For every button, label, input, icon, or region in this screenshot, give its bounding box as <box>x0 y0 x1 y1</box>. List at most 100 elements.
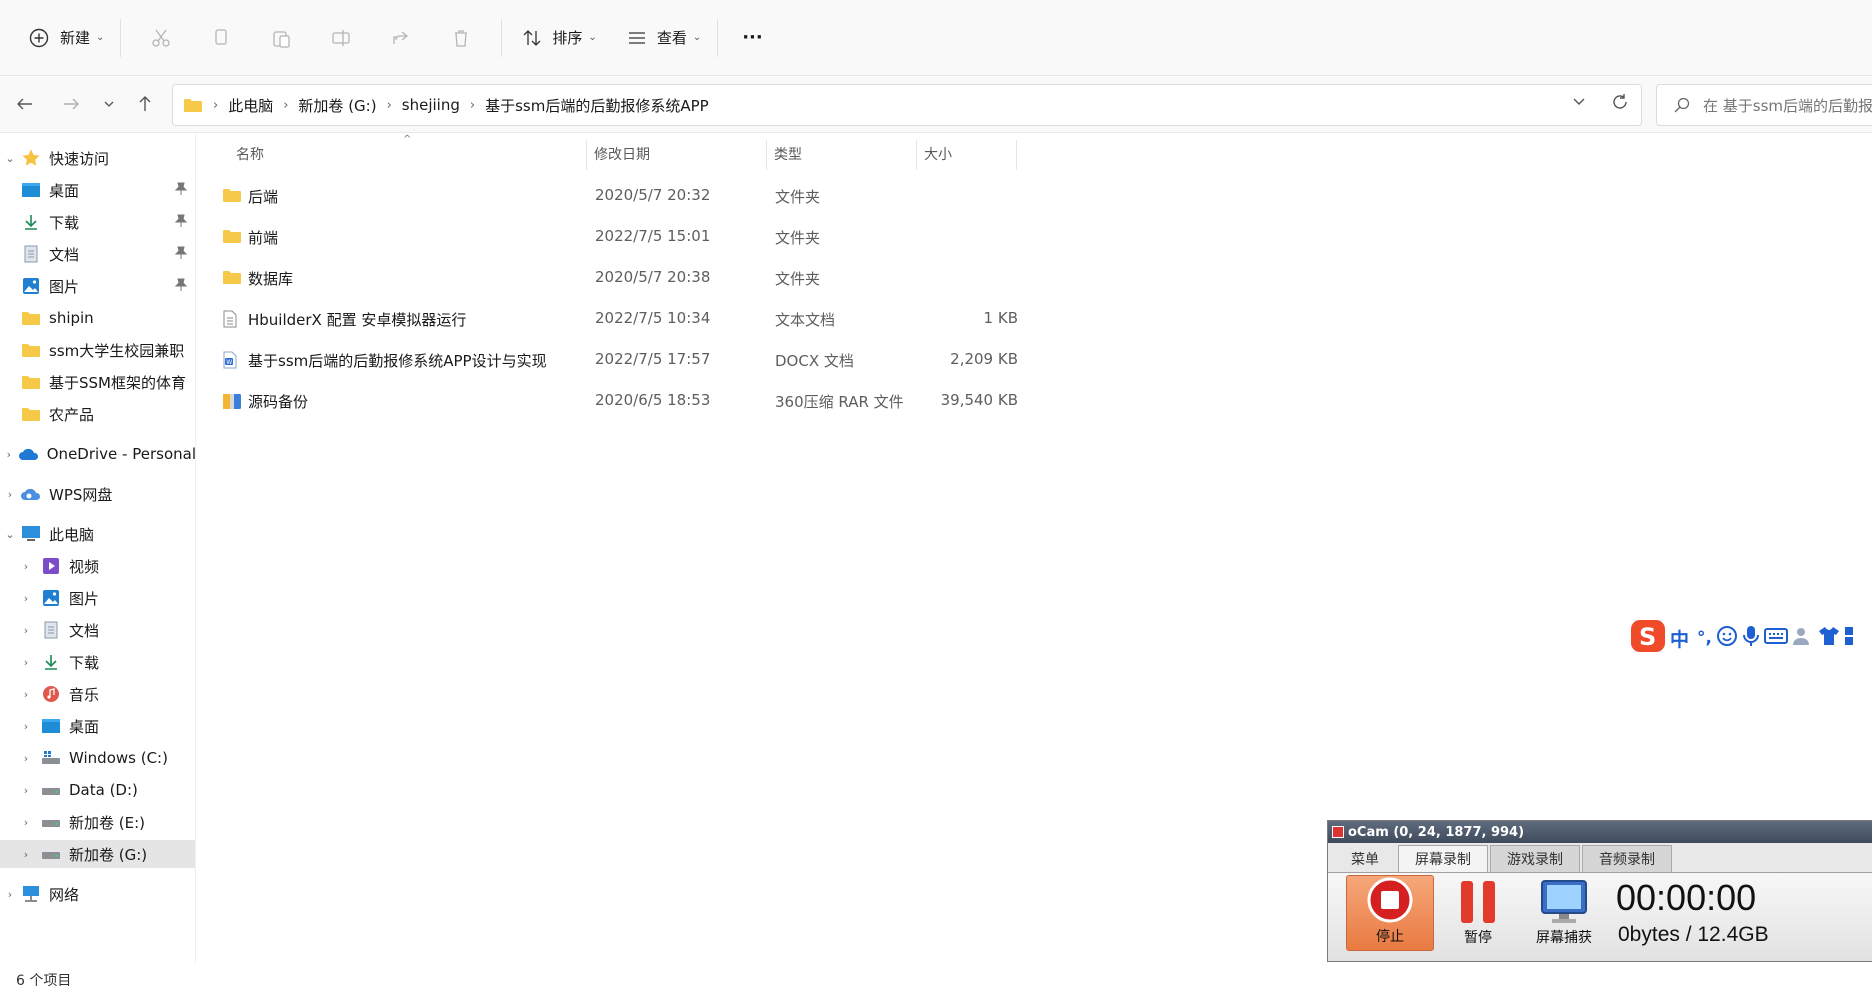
file-row[interactable]: 后端 2020/5/7 20:32 文件夹 <box>212 176 1022 216</box>
column-header-date[interactable]: 修改日期 <box>594 136 650 172</box>
address-bar[interactable]: › 此电脑 › 新加卷 (G:) › shejiing › 基于ssm后端的后勤… <box>172 84 1642 126</box>
command-bar: 新建 ⌄ 排序 ⌄ 查看 ⌄ ··· <box>0 0 1872 76</box>
sidebar-label: 下载 <box>69 653 100 672</box>
ocam-pause-label: 暂停 <box>1464 930 1492 946</box>
share-button[interactable] <box>371 18 431 58</box>
sidebar-item-drive-c[interactable]: › Windows (C:) <box>0 744 195 772</box>
ocam-tab-game-record[interactable]: 游戏录制 <box>1490 845 1580 872</box>
cloud-icon <box>18 445 40 463</box>
sidebar-item-pc-pictures[interactable]: › 图片 <box>0 584 195 612</box>
pin-icon[interactable] <box>174 246 188 264</box>
sidebar-item-documents[interactable]: 文档 <box>0 240 195 268</box>
sidebar-item-pictures[interactable]: 图片 <box>0 272 195 300</box>
sidebar-item-videos[interactable]: › 视频 <box>0 552 195 580</box>
copy-button[interactable] <box>191 18 251 58</box>
sidebar-item-pc-downloads[interactable]: › 下载 <box>0 648 195 676</box>
ocam-tab-menu[interactable]: 菜单 <box>1334 845 1396 872</box>
sidebar-item-drive-g[interactable]: › 新加卷 (G:) <box>0 840 195 868</box>
file-row[interactable]: 前端 2022/7/5 15:01 文件夹 <box>212 217 1022 257</box>
folder-icon <box>184 99 202 112</box>
breadcrumb-drive-g[interactable]: 新加卷 (G:) <box>298 95 376 116</box>
sidebar-onedrive[interactable]: › OneDrive - Personal <box>0 440 195 468</box>
chevron-right-icon: › <box>23 591 29 605</box>
sidebar-item-drive-e[interactable]: › 新加卷 (E:) <box>0 808 195 836</box>
breadcrumb-shejiing[interactable]: shejiing <box>402 96 460 114</box>
sidebar-label: 新加卷 (E:) <box>69 813 146 832</box>
file-name: 前端 <box>248 229 279 247</box>
sogou-logo-icon[interactable]: S <box>1630 619 1666 657</box>
back-button[interactable] <box>8 87 42 121</box>
delete-button[interactable] <box>431 18 491 58</box>
sidebar-item-pc-documents[interactable]: › 文档 <box>0 616 195 644</box>
sidebar-wps[interactable]: › WPS网盘 <box>0 480 195 508</box>
column-header-name[interactable]: 名称 <box>236 136 264 172</box>
up-button[interactable] <box>128 87 162 121</box>
pin-icon[interactable] <box>174 278 188 296</box>
sidebar-item-downloads[interactable]: 下载 <box>0 208 195 236</box>
chevron-down-icon: ⌄ <box>5 151 15 165</box>
ime-punctuation-toggle[interactable]: °, <box>1697 628 1712 648</box>
sidebar-item-music[interactable]: › 音乐 <box>0 680 195 708</box>
file-row[interactable]: 数据库 2020/5/7 20:38 文件夹 <box>212 258 1022 298</box>
skin-shirt-icon[interactable] <box>1818 625 1840 651</box>
recent-locations-button[interactable] <box>92 87 126 121</box>
ocam-tab-audio-record[interactable]: 音频录制 <box>1582 845 1672 872</box>
ime-language-toggle[interactable]: 中 <box>1670 625 1689 652</box>
ocam-screen-capture-button[interactable]: 屏幕捕获 <box>1520 875 1608 951</box>
address-history-button[interactable] <box>1571 93 1587 115</box>
search-input[interactable]: 在 基于ssm后端的后勤报修系统APP 中搜索 <box>1656 84 1872 126</box>
sidebar-item-drive-d[interactable]: › Data (D:) <box>0 776 195 804</box>
breadcrumb-current[interactable]: 基于ssm后端的后勤报修系统APP <box>485 95 709 116</box>
keyboard-icon[interactable] <box>1763 627 1788 649</box>
column-divider[interactable] <box>586 140 587 170</box>
file-row[interactable]: 源码备份 2020/6/5 18:53 360压缩 RAR 文件 39,540 … <box>212 381 1022 421</box>
user-settings-icon[interactable] <box>1792 625 1814 651</box>
chevron-right-icon: › <box>23 815 29 829</box>
ocam-timer: 00:00:00 <box>1616 877 1757 918</box>
chevron-down-icon: ⌄ <box>96 32 105 43</box>
column-divider[interactable] <box>766 140 767 170</box>
ocam-pause-button[interactable]: 暂停 <box>1434 875 1522 951</box>
view-button[interactable]: 查看 ⌄ <box>621 18 707 58</box>
sort-icon <box>523 29 541 46</box>
ocam-titlebar[interactable]: oCam (0, 24, 1877, 994) <box>1328 821 1872 843</box>
sort-button[interactable]: 排序 ⌄ <box>516 18 602 58</box>
new-button[interactable]: 新建 ⌄ <box>22 18 110 58</box>
paste-button[interactable] <box>251 18 311 58</box>
ocam-stop-button[interactable]: 停止 <box>1346 875 1434 951</box>
column-divider[interactable] <box>916 140 917 170</box>
column-header-size[interactable]: 大小 <box>924 136 952 172</box>
pin-icon[interactable] <box>174 214 188 232</box>
chevron-right-icon: › <box>23 559 29 573</box>
column-label: 类型 <box>774 147 802 163</box>
sidebar-network[interactable]: › 网络 <box>0 880 195 908</box>
chevron-right-icon: › <box>7 887 13 901</box>
rename-button[interactable] <box>311 18 371 58</box>
chevron-right-icon: › <box>469 97 476 113</box>
emoji-icon[interactable] <box>1716 625 1738 651</box>
ocam-tab-screen-record[interactable]: 屏幕录制 <box>1398 845 1488 872</box>
new-label: 新建 <box>60 29 91 47</box>
sidebar-item-desktop[interactable]: 桌面 <box>0 176 195 204</box>
sidebar-item-pc-desktop[interactable]: › 桌面 <box>0 712 195 740</box>
pin-icon[interactable] <box>174 182 188 200</box>
refresh-button[interactable] <box>1611 93 1629 115</box>
sidebar-this-pc[interactable]: ⌄ 此电脑 <box>0 520 195 548</box>
column-divider[interactable] <box>1016 140 1017 170</box>
file-row[interactable]: W 基于ssm后端的后勤报修系统APP设计与实现 2022/7/5 17:57 … <box>212 340 1022 380</box>
microphone-icon[interactable] <box>1742 625 1760 651</box>
forward-button[interactable] <box>54 87 88 121</box>
file-row[interactable]: HbuilderX 配置 安卓模拟器运行 2022/7/5 10:34 文本文档… <box>212 299 1022 339</box>
cut-button[interactable] <box>131 18 191 58</box>
sidebar-quick-access[interactable]: ⌄ 快速访问 <box>0 144 195 172</box>
sidebar-item-ssm-jianzhi[interactable]: ssm大学生校园兼职 <box>0 336 195 364</box>
file-date: 2020/5/7 20:32 <box>595 186 711 204</box>
more-options-button[interactable]: ··· <box>728 18 777 58</box>
chevron-right-icon: › <box>23 687 29 701</box>
sidebar-item-ssm-tiyu[interactable]: 基于SSM框架的体育 <box>0 368 195 396</box>
sidebar-item-shipin[interactable]: shipin <box>0 304 195 332</box>
breadcrumb-this-pc[interactable]: 此电脑 <box>228 95 273 116</box>
toolbox-icon[interactable] <box>1844 625 1854 651</box>
column-header-type[interactable]: 类型 <box>774 136 802 172</box>
sidebar-item-nongchanpin[interactable]: 农产品 <box>0 400 195 428</box>
